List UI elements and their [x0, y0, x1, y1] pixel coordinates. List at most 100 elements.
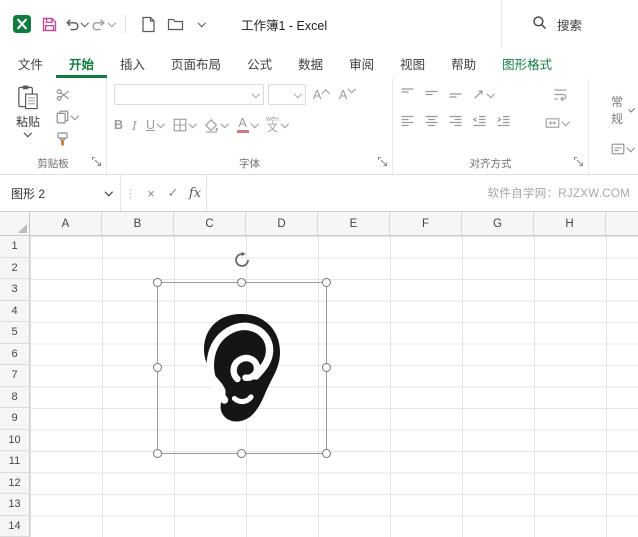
decrease-indent-button[interactable] [472, 115, 487, 130]
align-left-button[interactable] [400, 115, 415, 130]
row-header-7[interactable]: 7 [0, 365, 30, 387]
open-file-button[interactable] [163, 11, 187, 37]
alignment-group-label: 对齐方式 [393, 156, 588, 171]
font-color-button[interactable]: A [237, 117, 258, 134]
increase-indent-button[interactable] [496, 115, 511, 130]
row-header-6[interactable]: 6 [0, 344, 30, 366]
tab-shape-format[interactable]: 图形格式 [489, 48, 565, 78]
row-header-10[interactable]: 10 [0, 430, 30, 452]
chevron-down-icon [250, 120, 258, 128]
column-header-f[interactable]: F [390, 212, 462, 236]
column-header-d[interactable]: D [246, 212, 318, 236]
new-file-button[interactable] [136, 11, 160, 37]
paste-button[interactable]: 粘贴 [7, 84, 49, 147]
enter-button[interactable]: ✓ [162, 175, 184, 211]
bold-button[interactable]: B [114, 118, 123, 132]
phonetic-guide-button[interactable]: wén文 [266, 116, 287, 134]
increase-font-size-button[interactable]: A [310, 88, 332, 102]
font-name-combobox[interactable] [114, 84, 264, 105]
row-header-2[interactable]: 2 [0, 258, 30, 280]
search-label: 搜索 [557, 15, 582, 34]
number-format-button[interactable] [611, 143, 634, 155]
row-header-13[interactable]: 13 [0, 494, 30, 516]
column-header-partial[interactable] [606, 212, 638, 236]
customize-toolbar-button[interactable] [190, 11, 214, 37]
decrease-font-size-button[interactable]: A [336, 88, 358, 102]
align-center-button[interactable] [424, 115, 439, 130]
align-middle-button[interactable] [424, 87, 439, 102]
tab-view[interactable]: 视图 [387, 48, 438, 78]
fill-color-button[interactable] [204, 118, 228, 133]
tab-review[interactable]: 审阅 [336, 48, 387, 78]
format-painter-button[interactable] [56, 131, 78, 147]
tab-formulas[interactable]: 公式 [234, 48, 285, 78]
shape-selection-box[interactable] [157, 282, 327, 454]
name-box[interactable]: 图形 2 [0, 175, 121, 211]
font-size-combobox[interactable] [268, 84, 306, 105]
number-format-combobox[interactable]: 常规 [611, 93, 634, 127]
column-header-g[interactable]: G [462, 212, 534, 236]
row-header-14[interactable]: 14 [0, 516, 30, 537]
save-button[interactable] [37, 11, 61, 37]
row-header-9[interactable]: 9 [0, 408, 30, 430]
tab-insert[interactable]: 插入 [107, 48, 158, 78]
column-header-e[interactable]: E [318, 212, 390, 236]
select-all-button[interactable] [0, 212, 30, 236]
row-header-4[interactable]: 4 [0, 301, 30, 323]
rotate-handle[interactable] [233, 251, 251, 269]
row-header-11[interactable]: 11 [0, 451, 30, 473]
resize-handle-top-left[interactable] [153, 278, 162, 287]
resize-handle-bottom-right[interactable] [322, 449, 331, 458]
orientation-button[interactable] [472, 88, 494, 101]
row-header-1[interactable]: 1 [0, 236, 30, 258]
column-header-a[interactable]: A [30, 212, 102, 236]
column-header-h[interactable]: H [534, 212, 606, 236]
align-bottom-button[interactable] [448, 87, 463, 102]
row-header-8[interactable]: 8 [0, 387, 30, 409]
insert-function-button[interactable]: fx [184, 175, 206, 211]
column-header-b[interactable]: B [102, 212, 174, 236]
scissors-icon [56, 88, 70, 102]
cancel-button[interactable]: × [140, 175, 162, 211]
tab-page-layout[interactable]: 页面布局 [158, 48, 234, 78]
clipboard-dialog-launcher[interactable] [91, 156, 102, 170]
undo-button[interactable] [64, 11, 88, 37]
select-all-triangle-icon [18, 224, 27, 233]
align-bottom-icon [448, 87, 463, 99]
copy-button[interactable] [56, 109, 78, 125]
redo-button[interactable] [91, 11, 115, 37]
tab-help[interactable]: 帮助 [438, 48, 489, 78]
resize-handle-middle-left[interactable] [153, 363, 162, 372]
resize-handle-top-right[interactable] [322, 278, 331, 287]
number-format-icon [611, 143, 625, 155]
ear-shape[interactable] [198, 312, 286, 424]
search-box[interactable]: 搜索 [501, 0, 638, 48]
cut-button[interactable] [56, 87, 78, 103]
row-header-5[interactable]: 5 [0, 322, 30, 344]
font-dialog-launcher[interactable] [377, 156, 388, 170]
formula-input[interactable]: 软件自学网：RJZXW.COM [206, 175, 638, 211]
italic-button[interactable]: I [132, 118, 137, 133]
wrap-text-button[interactable] [553, 88, 568, 101]
clipboard-group: 粘贴 剪贴板 [0, 78, 106, 174]
column-header-c[interactable]: C [174, 212, 246, 236]
align-top-button[interactable] [400, 87, 415, 102]
format-painter-icon [56, 132, 69, 147]
alignment-dialog-launcher[interactable] [573, 156, 584, 170]
resize-handle-bottom-left[interactable] [153, 449, 162, 458]
formula-bar-splitter[interactable]: ⋮ [121, 175, 140, 211]
align-right-button[interactable] [448, 115, 463, 130]
cells-area[interactable] [30, 236, 638, 537]
underline-button[interactable]: U [146, 118, 164, 132]
row-header-3[interactable]: 3 [0, 279, 30, 301]
copy-icon [56, 110, 69, 124]
resize-handle-top-center[interactable] [237, 278, 246, 287]
chevron-down-icon [81, 19, 89, 27]
row-header-12[interactable]: 12 [0, 473, 30, 495]
borders-button[interactable] [173, 118, 196, 132]
tab-data[interactable]: 数据 [285, 48, 336, 78]
tab-file[interactable]: 文件 [5, 48, 56, 78]
chevron-down-icon [221, 120, 229, 128]
merge-center-button[interactable] [545, 117, 569, 129]
tab-home[interactable]: 开始 [56, 48, 107, 78]
